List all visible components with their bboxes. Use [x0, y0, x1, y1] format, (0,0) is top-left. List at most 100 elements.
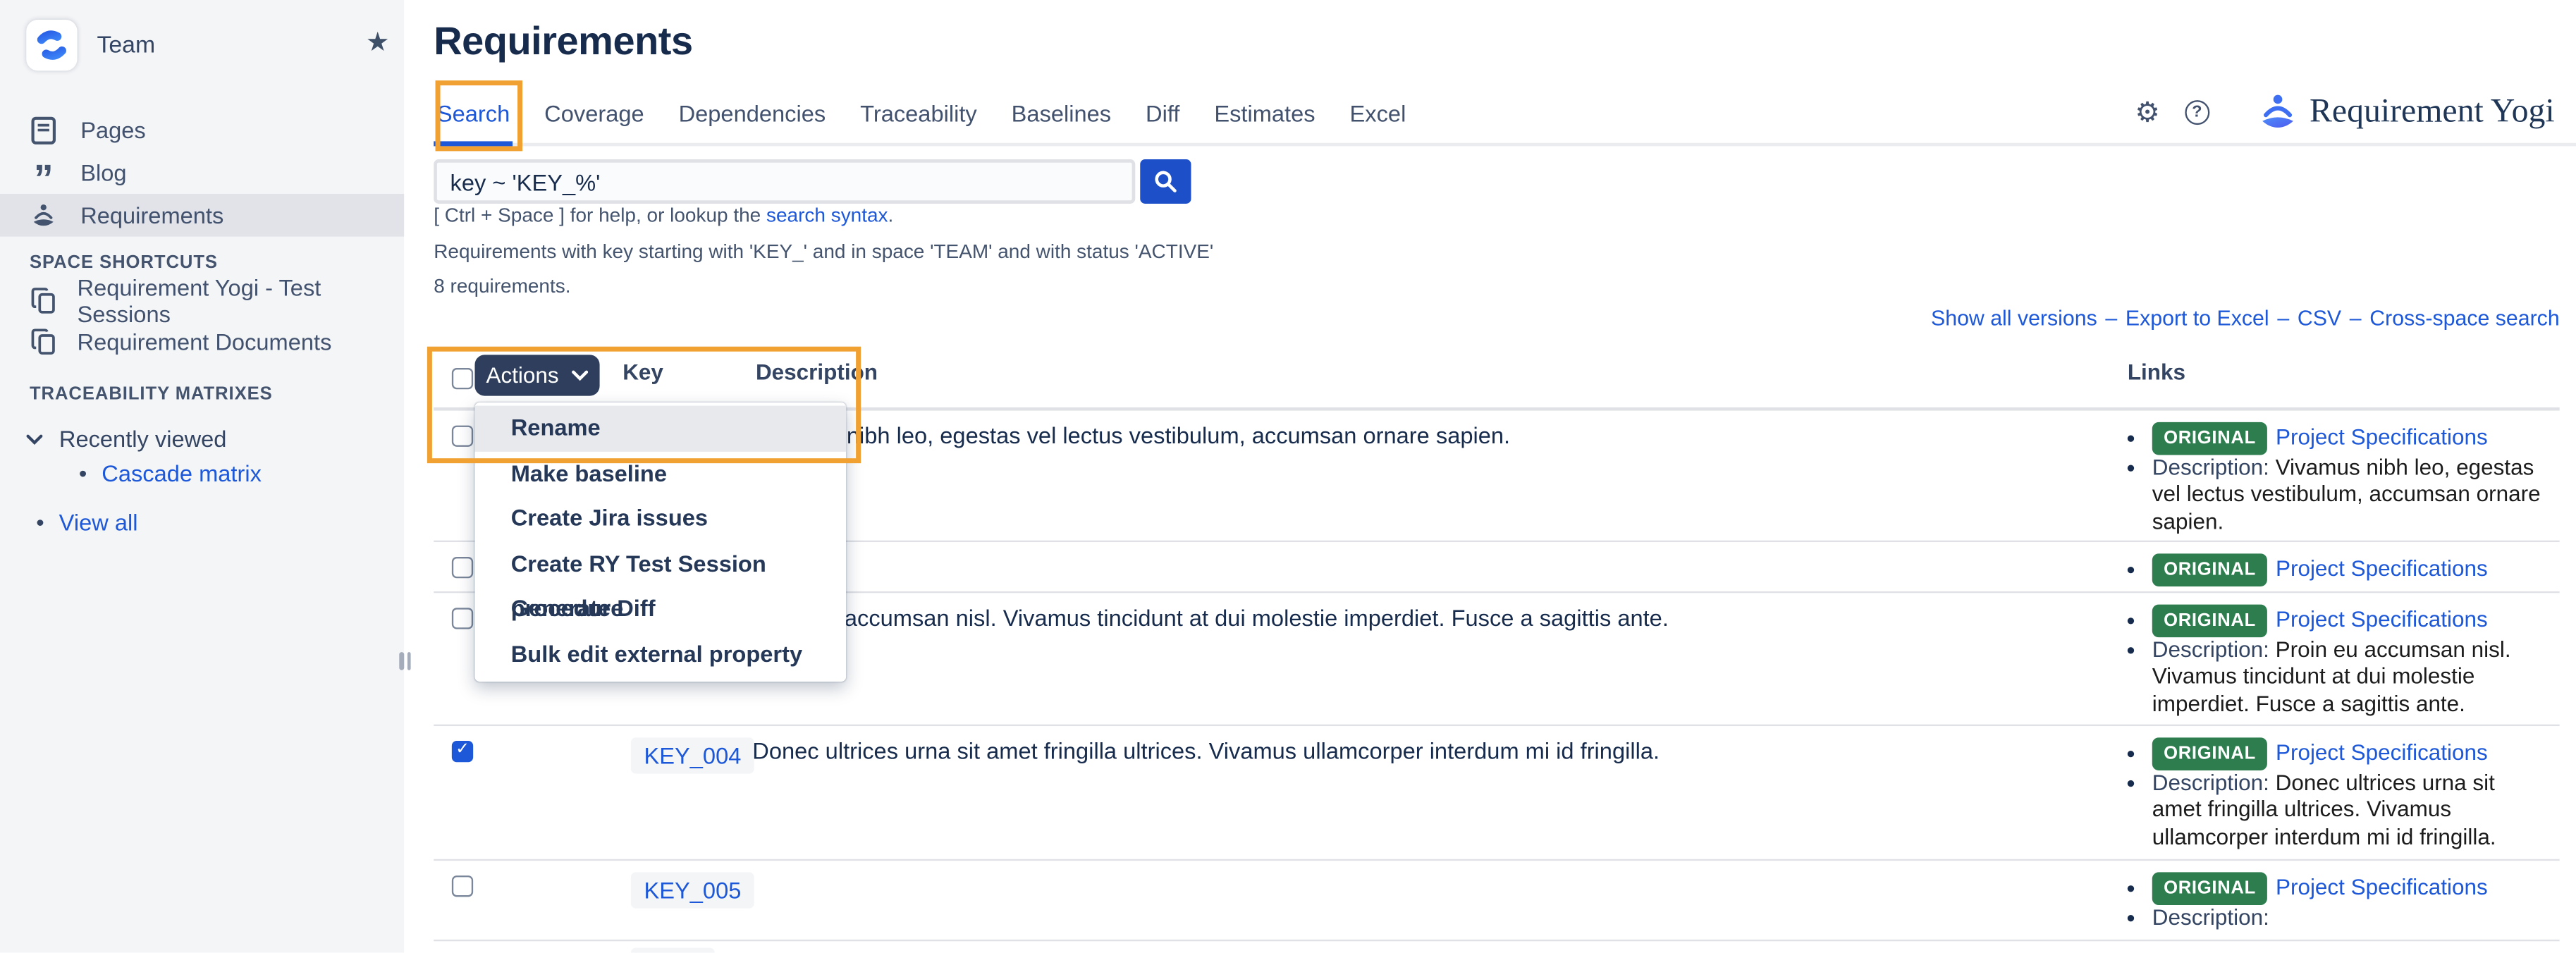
shortcut-label: Requirement Documents: [78, 328, 332, 355]
brand-name: Requirement Yogi: [2310, 93, 2555, 131]
page-link[interactable]: Project Specifications: [2276, 424, 2488, 449]
chevron-down-icon: [572, 369, 588, 381]
page-link[interactable]: Project Specifications: [2276, 607, 2488, 632]
tab-excel[interactable]: Excel: [1347, 84, 1409, 143]
export-links: Show all versions–Export to Excel–CSV–Cr…: [1931, 305, 2560, 330]
section-space-shortcuts-title: SPACE SHORTCUTS: [30, 253, 218, 273]
copy-pages-icon: [30, 288, 58, 314]
search-help-line: [ Ctrl + Space ] for help, or lookup the…: [434, 204, 893, 227]
menu-item-create-ry-test-session-procedure[interactable]: Create RY Test Session procedure: [474, 541, 846, 586]
sidebar-item-ry-test-sessions[interactable]: Requirement Yogi - Test Sessions: [30, 284, 404, 317]
page-link[interactable]: Project Specifications: [2276, 556, 2488, 581]
menu-item-make-baseline[interactable]: Make baseline: [474, 451, 846, 496]
original-badge: ORIGINAL: [2152, 872, 2268, 904]
table-row: KEY_005 ORIGINALProject Specifications D…: [434, 861, 2559, 941]
search-icon: [1153, 169, 1178, 194]
requirement-links: ORIGINALProject Specifications Descripti…: [2124, 872, 2560, 940]
row-checkbox[interactable]: [452, 426, 473, 447]
page-link[interactable]: Project Specifications: [2276, 875, 2488, 899]
sidebar-resize-handle[interactable]: [399, 652, 415, 672]
gear-icon[interactable]: ⚙: [2135, 98, 2160, 126]
requirement-description: [752, 872, 2124, 940]
requirement-description: [752, 553, 2124, 591]
requirement-description: Vivamus nibh leo, egestas vel lectus ves…: [752, 422, 2124, 541]
original-badge: ORIGINAL: [2152, 553, 2268, 585]
page-icon: [30, 116, 58, 144]
query-summary: Requirements with key starting with 'KEY…: [434, 240, 1213, 263]
next-row-key-chip-partial: [631, 948, 715, 953]
yogi-icon: [30, 201, 58, 229]
result-count: 8 requirements.: [434, 274, 570, 297]
page-link[interactable]: Project Specifications: [2276, 740, 2488, 765]
original-badge: ORIGINAL: [2152, 605, 2268, 637]
requirement-links: ORIGINALProject Specifications Descripti…: [2124, 422, 2560, 541]
csv-link[interactable]: CSV: [2298, 305, 2341, 330]
requirement-links: ORIGINALProject Specifications Descripti…: [2124, 737, 2560, 859]
actions-dropdown-menu: Rename Make baseline Create Jira issues …: [474, 402, 846, 682]
search-syntax-link[interactable]: search syntax: [766, 204, 888, 227]
requirement-yogi-brand: Requirement Yogi: [2257, 90, 2554, 134]
original-badge: ORIGINAL: [2152, 422, 2268, 454]
show-all-versions-link[interactable]: Show all versions: [1931, 305, 2097, 330]
search-input[interactable]: [434, 159, 1135, 204]
tab-baselines[interactable]: Baselines: [1008, 84, 1115, 143]
menu-item-generate-diff[interactable]: Generate Diff: [474, 586, 846, 632]
export-to-excel-link[interactable]: Export to Excel: [2126, 305, 2269, 330]
search-bar: [434, 159, 1191, 204]
space-header[interactable]: Team: [26, 20, 155, 70]
sidebar-item-label: Pages: [80, 116, 146, 142]
tab-coverage[interactable]: Coverage: [541, 84, 648, 143]
tab-search[interactable]: Search: [434, 84, 513, 143]
actions-dropdown-button[interactable]: Actions: [474, 355, 599, 395]
original-badge: ORIGINAL: [2152, 737, 2268, 769]
sidebar-item-label: Blog: [80, 159, 126, 185]
sidebar-item-label: Requirements: [80, 202, 223, 228]
search-button[interactable]: [1140, 159, 1191, 204]
menu-item-bulk-edit-external-property[interactable]: Bulk edit external property: [474, 632, 846, 677]
tab-dependencies[interactable]: Dependencies: [675, 84, 829, 143]
star-favorite-icon[interactable]: ★: [366, 31, 389, 57]
select-all-checkbox[interactable]: [452, 368, 473, 389]
requirement-description: Donec ultrices urna sit amet fringilla u…: [752, 737, 2124, 859]
sidebar-item-pages[interactable]: Pages: [0, 109, 404, 152]
row-checkbox[interactable]: [452, 875, 473, 897]
menu-item-rename[interactable]: Rename: [474, 406, 846, 451]
requirement-key-link[interactable]: KEY_005: [631, 872, 754, 908]
help-icon[interactable]: ?: [2185, 99, 2209, 124]
header-icons: ⚙ ? Requirement Yogi: [2135, 84, 2554, 140]
row-checkbox[interactable]: [452, 557, 473, 578]
table-row: KEY_004 Donec ultrices urna sit amet fri…: [434, 726, 2559, 861]
sidebar-item-requirement-documents[interactable]: Requirement Documents: [30, 325, 331, 358]
view-all-link[interactable]: View all: [59, 509, 138, 535]
tab-traceability[interactable]: Traceability: [857, 84, 980, 143]
column-header-links: Links: [2128, 359, 2560, 407]
column-header-description: Description: [756, 359, 2124, 407]
requirement-key-link[interactable]: KEY_004: [631, 737, 754, 773]
requirement-description: Proin eu accumsan nisl. Vivamus tincidun…: [752, 605, 2124, 725]
sidebar-item-requirements[interactable]: Requirements: [0, 194, 404, 237]
copy-pages-icon: [30, 328, 58, 355]
sidebar-item-blog[interactable]: ” Blog: [0, 151, 404, 194]
tab-estimates[interactable]: Estimates: [1211, 84, 1319, 143]
requirement-links: ORIGINAL Project Specifications: [2124, 553, 2560, 591]
menu-item-create-jira-issues[interactable]: Create Jira issues: [474, 496, 846, 541]
sidebar-nav: Pages ” Blog Requirements: [0, 109, 404, 237]
cross-space-search-link[interactable]: Cross-space search: [2369, 305, 2559, 330]
recent-matrix-item: •Cascade matrix: [79, 460, 262, 486]
recently-viewed-toggle[interactable]: Recently viewed: [26, 426, 226, 452]
confluence-space-logo-icon: [26, 20, 77, 70]
recently-viewed-label: Recently viewed: [59, 426, 227, 452]
quote-icon: ”: [30, 164, 58, 180]
requirement-links: ORIGINALProject Specifications Descripti…: [2124, 605, 2560, 725]
cascade-matrix-link[interactable]: Cascade matrix: [102, 460, 262, 486]
app-window: Team ★ Pages ” Blog Requirements SPACE S…: [0, 0, 2576, 953]
section-traceability-matrixes-title: TRACEABILITY MATRIXES: [30, 384, 273, 404]
row-checkbox[interactable]: [452, 608, 473, 629]
space-name: Team: [97, 32, 155, 58]
chevron-down-icon: [26, 433, 42, 444]
tab-diff[interactable]: Diff: [1142, 84, 1183, 143]
requirement-yogi-logo-icon: [2257, 90, 2298, 134]
table-header-row: Key Description Links Actions: [434, 350, 2559, 410]
row-checkbox[interactable]: [452, 741, 473, 762]
column-header-key: Key: [622, 359, 752, 407]
